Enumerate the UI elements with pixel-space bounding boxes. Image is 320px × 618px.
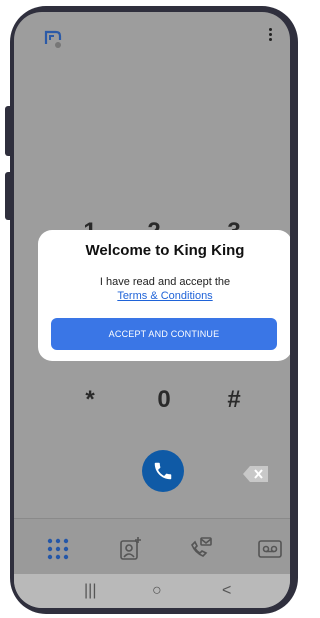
system-nav-bar: ||| ○ < [14, 574, 290, 608]
bottom-nav [14, 518, 290, 577]
phone-icon [154, 462, 172, 480]
home-button[interactable]: ○ [152, 582, 162, 600]
dialog-title: Welcome to King King [85, 242, 245, 259]
voicemail-icon[interactable] [256, 535, 284, 563]
back-button[interactable]: < [222, 582, 231, 600]
phone-screen: 1 2 3 * 0 # [14, 12, 290, 608]
dialog-text: I have read and accept the [99, 276, 231, 288]
call-button[interactable] [142, 450, 184, 492]
contacts-add-icon[interactable] [116, 535, 144, 563]
dialpad-key-0[interactable]: 0 [144, 386, 184, 414]
app-logo-icon[interactable] [40, 26, 64, 50]
more-options-icon[interactable] [266, 26, 274, 46]
power-button [5, 172, 13, 220]
dialpad-key-hash[interactable]: # [214, 386, 254, 414]
recents-button[interactable]: ||| [84, 582, 96, 600]
backspace-icon[interactable] [242, 464, 270, 484]
welcome-dialog: Welcome to King King I have read and acc… [38, 230, 290, 361]
dialpad-grid-icon[interactable] [44, 535, 72, 563]
call-history-icon[interactable] [186, 535, 214, 563]
dialpad-key-star[interactable]: * [70, 386, 110, 414]
volume-button [5, 106, 13, 156]
terms-link[interactable]: Terms & Conditions [38, 290, 290, 302]
accept-continue-button[interactable]: ACCEPT AND CONTINUE [51, 318, 277, 350]
